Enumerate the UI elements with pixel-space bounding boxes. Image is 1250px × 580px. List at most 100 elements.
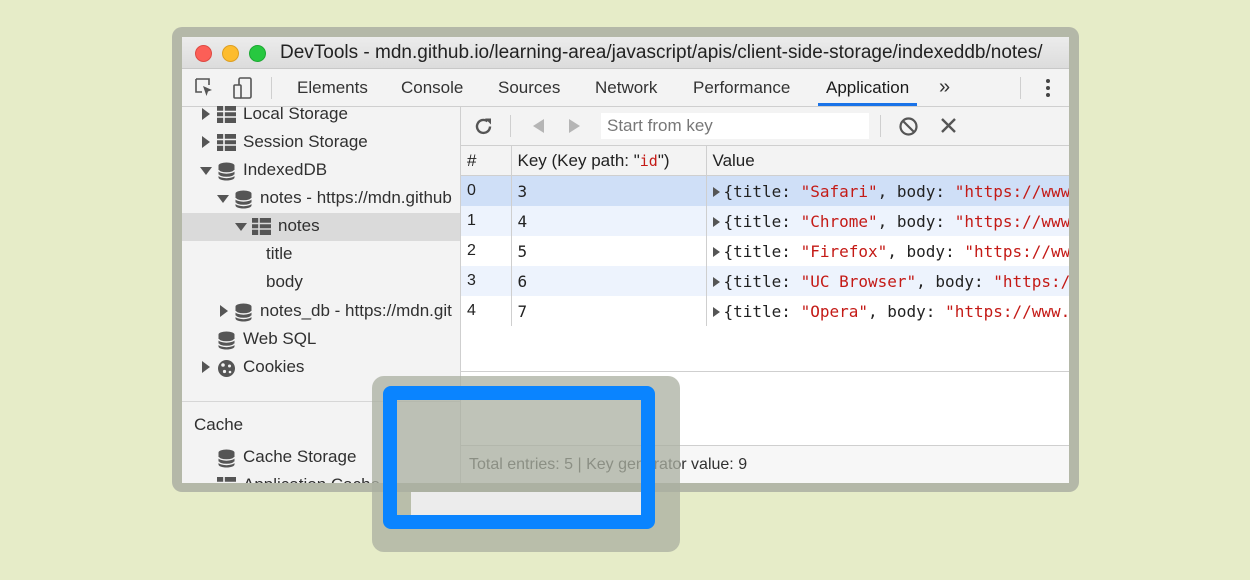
next-page-icon[interactable] (567, 116, 583, 141)
value-title: "Opera" (800, 301, 868, 321)
value-mid: , body: (868, 301, 946, 321)
table-row[interactable]: 0 3 {title: "Safari", body: "https://www (461, 175, 1069, 206)
key-header-prefix: Key (Key path: " (517, 150, 640, 170)
row-value[interactable]: {title: "Chrome", body: "https://www (706, 206, 1069, 236)
row-number: 2 (461, 236, 512, 266)
grid-icon (217, 134, 236, 156)
value-mid: , body: (887, 241, 965, 261)
table-header-row: # Key (Key path: "id") Value (461, 146, 1069, 176)
toolbar-divider (1020, 77, 1021, 99)
table-row[interactable]: 2 5 {title: "Firefox", body: "https://ww (461, 236, 1069, 266)
expand-arrow-icon[interactable] (712, 217, 720, 227)
cache-section-title: Cache (194, 415, 244, 434)
expand-arrow-icon[interactable] (202, 361, 210, 373)
expand-arrow-icon[interactable] (712, 247, 720, 257)
entries-table: # Key (Key path: "id") Value 0 3 {title:… (461, 146, 1069, 326)
delete-selected-icon[interactable] (939, 116, 958, 140)
row-value[interactable]: {title: "Opera", body: "https://www. (706, 296, 1069, 326)
sidebar-item-web-sql[interactable]: Web SQL (182, 326, 460, 354)
value-title: "Firefox" (800, 241, 888, 261)
expand-arrow-icon[interactable] (712, 277, 720, 287)
expand-arrow-icon[interactable] (202, 136, 210, 148)
sidebar-item-label: title (266, 244, 293, 263)
value-body: "https://www (954, 181, 1069, 201)
expand-arrow-icon[interactable] (220, 305, 228, 317)
data-toolbar (461, 107, 1069, 146)
table-row[interactable]: 4 7 {title: "Opera", body: "https://www. (461, 296, 1069, 326)
sidebar-item-local-storage[interactable]: Local Storage (182, 101, 460, 129)
column-header-key[interactable]: Key (Key path: "id") (511, 146, 707, 176)
row-number: 0 (461, 175, 512, 206)
column-header-number[interactable]: # (461, 146, 512, 176)
start-from-key-input[interactable] (601, 113, 869, 139)
value-mid: , body: (916, 271, 994, 291)
grid-icon (252, 218, 271, 240)
column-header-value[interactable]: Value (706, 146, 1069, 176)
toolbar-divider (880, 115, 881, 137)
sidebar-item-notes-store[interactable]: notes (182, 213, 460, 241)
sidebar-item-index-body[interactable]: body (182, 269, 460, 297)
tab-network[interactable]: Network (595, 69, 657, 106)
sidebar-item-notes-db-2[interactable]: notes_db - https://mdn.git (182, 298, 460, 326)
tab-performance[interactable]: Performance (693, 69, 790, 106)
expand-arrow-icon[interactable] (712, 307, 720, 317)
row-key: 3 (511, 175, 707, 206)
expand-arrow-icon[interactable] (202, 108, 210, 120)
value-open: {title: (723, 271, 801, 291)
row-value[interactable]: {title: "Safari", body: "https://www (706, 175, 1069, 206)
row-key: 7 (511, 296, 707, 326)
value-open: {title: (723, 211, 801, 231)
row-number: 4 (461, 296, 512, 326)
clear-object-store-icon[interactable] (898, 116, 919, 142)
sidebar-item-label: notes_db - https://mdn.git (260, 301, 452, 320)
inspect-element-icon[interactable] (194, 77, 216, 99)
device-toolbar-icon[interactable] (232, 77, 254, 99)
window-title: DevTools - mdn.github.io/learning-area/j… (280, 42, 1043, 63)
value-body: "https://www. (945, 301, 1069, 321)
value-body: "https://ww (964, 241, 1069, 261)
key-path-text: id (639, 151, 658, 170)
sidebar-item-index-title[interactable]: title (182, 241, 460, 269)
collapse-arrow-icon[interactable] (217, 195, 229, 203)
value-mid: , body: (877, 181, 955, 201)
value-body: "https:/ (993, 271, 1069, 291)
kebab-menu-icon[interactable] (1037, 77, 1059, 99)
value-title: "Safari" (800, 181, 878, 201)
value-open: {title: (723, 241, 801, 261)
tab-sources[interactable]: Sources (498, 69, 560, 106)
database-icon (217, 449, 236, 473)
sidebar-item-label: body (266, 272, 303, 291)
key-header-suffix: ") (657, 150, 670, 170)
database-icon (234, 303, 253, 327)
database-icon (217, 162, 236, 186)
refresh-icon[interactable] (473, 116, 494, 142)
database-icon (234, 190, 253, 214)
collapse-arrow-icon[interactable] (235, 223, 247, 231)
grid-icon (217, 477, 236, 483)
expand-arrow-icon[interactable] (712, 187, 720, 197)
table-row[interactable]: 1 4 {title: "Chrome", body: "https://www (461, 206, 1069, 236)
value-title: "Chrome" (800, 211, 878, 231)
sidebar-item-label: Session Storage (243, 132, 368, 151)
value-title: "UC Browser" (800, 271, 917, 291)
collapse-arrow-icon[interactable] (200, 167, 212, 175)
sidebar-item-indexeddb[interactable]: IndexedDB (182, 157, 460, 185)
database-icon (217, 331, 236, 355)
minimize-window-button[interactable] (222, 45, 239, 62)
toolbar-divider (510, 115, 511, 137)
table-bottom-border (461, 371, 1069, 372)
sidebar-item-session-storage[interactable]: Session Storage (182, 129, 460, 157)
sidebar-item-label: notes - https://mdn.github (260, 188, 452, 207)
sidebar-item-notes-db[interactable]: notes - https://mdn.github (182, 185, 460, 213)
sidebar-item-label: Local Storage (243, 104, 348, 123)
previous-page-icon[interactable] (530, 116, 546, 141)
zoom-window-button[interactable] (249, 45, 266, 62)
more-tabs-button[interactable]: » (939, 69, 950, 106)
table-row[interactable]: 3 6 {title: "UC Browser", body: "https:/ (461, 266, 1069, 296)
tab-application[interactable]: Application (817, 69, 918, 106)
value-body: "https://www (954, 211, 1069, 231)
row-value[interactable]: {title: "Firefox", body: "https://ww (706, 236, 1069, 266)
row-value[interactable]: {title: "UC Browser", body: "https:/ (706, 266, 1069, 296)
row-number: 3 (461, 266, 512, 296)
close-window-button[interactable] (195, 45, 212, 62)
